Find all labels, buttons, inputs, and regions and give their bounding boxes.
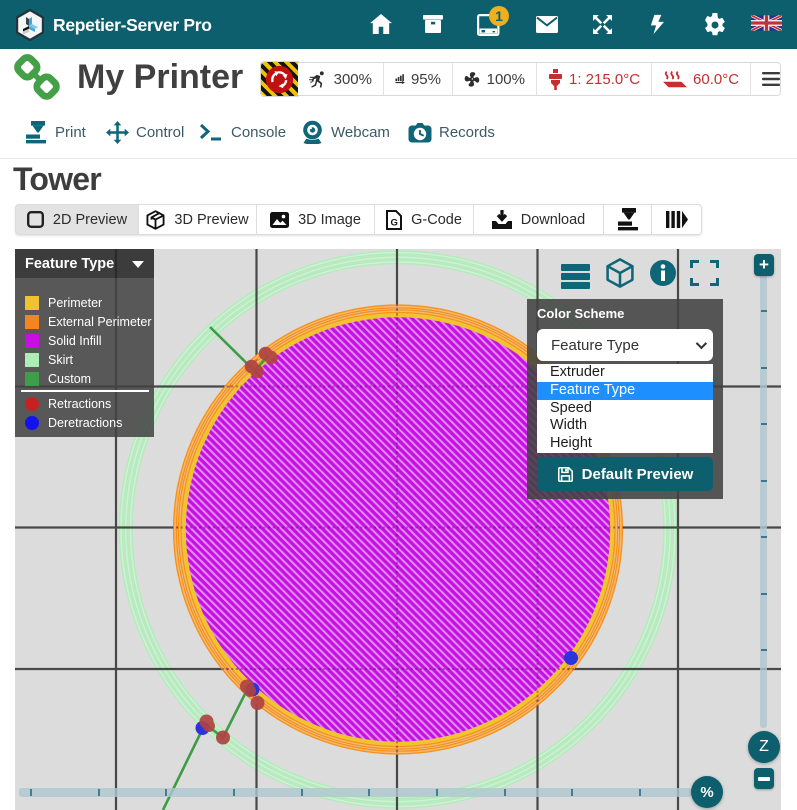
svg-text:G: G — [391, 217, 398, 228]
